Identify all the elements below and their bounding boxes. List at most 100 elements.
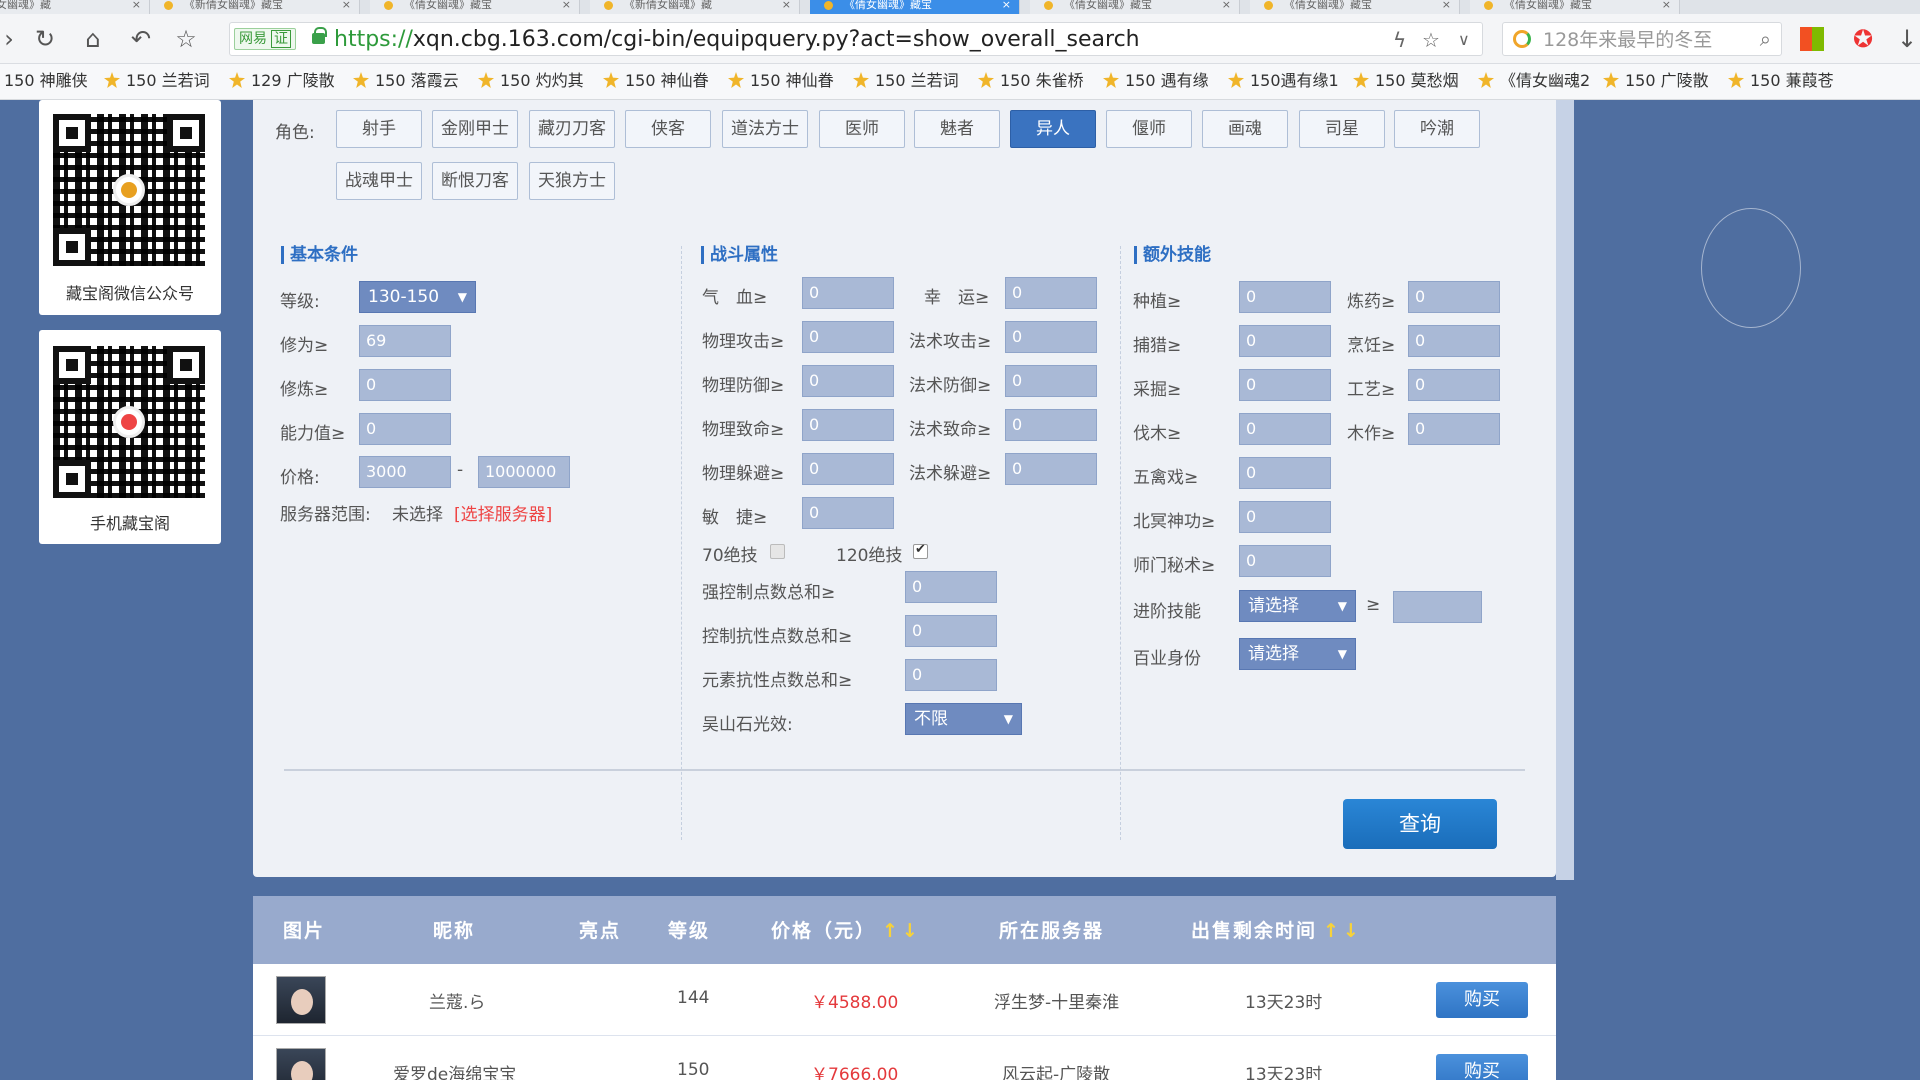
browser-tab[interactable]: 《倩女幽魂》藏宝 × xyxy=(370,0,580,14)
tab-close-icon[interactable]: × xyxy=(1662,0,1671,10)
browser-tab[interactable]: 《新倩女幽魂》藏 × xyxy=(590,0,800,14)
browser-tab[interactable]: 《倩女幽魂》藏宝 × xyxy=(1470,0,1680,14)
site-verified-badge[interactable]: 网易证 xyxy=(234,28,296,50)
ability-input[interactable]: 0 xyxy=(359,413,451,445)
character-avatar[interactable] xyxy=(276,1048,326,1080)
chevron-down-icon[interactable]: ∨ xyxy=(1458,27,1470,53)
url-text[interactable]: https://xqn.cbg.163.com/cgi-bin/equipque… xyxy=(334,27,1140,53)
skill120-checkbox[interactable] xyxy=(913,542,928,559)
choose-server-link[interactable]: [选择服务器] xyxy=(454,500,552,525)
craft-input[interactable]: 0 xyxy=(1408,369,1500,401)
xiuwei-input[interactable]: 69 xyxy=(359,325,451,357)
bookmark-item[interactable]: 150 遇有缘 xyxy=(1103,69,1209,93)
bookmark-item[interactable]: 150 兰若词 xyxy=(104,69,210,93)
sort-arrows-icon[interactable]: ↑↓ xyxy=(882,920,922,942)
tab-close-icon[interactable]: × xyxy=(562,0,571,10)
role-button[interactable]: 金刚甲士 xyxy=(432,110,518,148)
woodwork-input[interactable]: 0 xyxy=(1408,413,1500,445)
cooking-input[interactable]: 0 xyxy=(1408,325,1500,357)
logging-input[interactable]: 0 xyxy=(1239,413,1331,445)
browser-search-input[interactable]: 128年来最早的冬至 ⌕ xyxy=(1502,22,1782,56)
tab-close-icon[interactable]: × xyxy=(782,0,791,10)
browser-tab[interactable]: 《倩女幽魂》藏宝 × xyxy=(1030,0,1240,14)
apps-grid-icon[interactable] xyxy=(1800,27,1824,51)
buy-button[interactable]: 购买 xyxy=(1436,1054,1528,1080)
bookmark-item[interactable]: 150遇有缘1 xyxy=(1228,69,1339,93)
advanced-skill-input[interactable] xyxy=(1393,591,1482,623)
price-min-input[interactable]: 3000 xyxy=(359,456,451,488)
nickname-cell[interactable]: 兰蔻.ら xyxy=(429,988,485,1013)
browser-tab[interactable]: 《倩女幽魂》藏宝 × xyxy=(1250,0,1460,14)
bookmark-item[interactable]: 129 广陵散 xyxy=(229,69,335,93)
shimen-input[interactable]: 0 xyxy=(1239,545,1331,577)
planting-input[interactable]: 0 xyxy=(1239,281,1331,313)
bookmark-item[interactable]: 150 神雕侠 xyxy=(4,69,88,93)
query-button[interactable]: 查询 xyxy=(1343,799,1497,849)
phys-dodge-input[interactable]: 0 xyxy=(802,453,894,485)
tab-close-icon[interactable]: × xyxy=(132,0,141,10)
price-max-input[interactable]: 1000000 xyxy=(478,456,570,488)
nickname-cell[interactable]: 爱罗de海绵宝宝 xyxy=(393,1060,516,1080)
reload-icon[interactable]: ↻ xyxy=(30,24,60,54)
wushan-select[interactable]: 不限 ▼ xyxy=(905,703,1022,735)
beiming-input[interactable]: 0 xyxy=(1239,501,1331,533)
bookmark-item[interactable]: 150 广陵散 xyxy=(1603,69,1709,93)
browser-tab-active[interactable]: 《倩女幽魂》藏宝 × xyxy=(810,0,1020,14)
career-select[interactable]: 请选择 ▼ xyxy=(1239,638,1356,670)
role-button[interactable]: 天狼方士 xyxy=(529,162,615,200)
role-button-selected[interactable]: 异人 xyxy=(1010,110,1096,148)
address-bar[interactable]: 网易证 https://xqn.cbg.163.com/cgi-bin/equi… xyxy=(229,22,1483,56)
agility-input[interactable]: 0 xyxy=(802,497,894,529)
bookmark-item[interactable]: 150 落霞云 xyxy=(353,69,459,93)
role-button[interactable]: 画魂 xyxy=(1202,110,1288,148)
buy-button[interactable]: 购买 xyxy=(1436,982,1528,1018)
bookmark-item[interactable]: 150 神仙眷 xyxy=(603,69,709,93)
bookmark-star-icon[interactable]: ☆ xyxy=(1422,27,1440,53)
phys-defense-input[interactable]: 0 xyxy=(802,365,894,397)
browser-tab[interactable]: 《倩女幽魂》藏× xyxy=(0,0,150,14)
role-button[interactable]: 魅者 xyxy=(914,110,1000,148)
role-button[interactable]: 吟潮 xyxy=(1394,110,1480,148)
strong-control-input[interactable]: 0 xyxy=(905,571,997,603)
alchemy-input[interactable]: 0 xyxy=(1408,281,1500,313)
bookmark-item[interactable]: 150 兰若词 xyxy=(853,69,959,93)
role-button[interactable]: 断恨刀客 xyxy=(432,162,518,200)
role-button[interactable]: 战魂甲士 xyxy=(336,162,422,200)
search-icon[interactable]: ⌕ xyxy=(1760,27,1771,51)
role-button[interactable]: 藏刃刀客 xyxy=(529,110,615,148)
home-icon[interactable]: ⌂ xyxy=(78,24,108,54)
bookmark-item[interactable]: 150 莫愁烟 xyxy=(1353,69,1459,93)
role-button[interactable]: 偃师 xyxy=(1106,110,1192,148)
magic-defense-input[interactable]: 0 xyxy=(1005,365,1097,397)
character-avatar[interactable] xyxy=(276,976,326,1024)
bookmark-item[interactable]: 150 神仙眷 xyxy=(728,69,834,93)
role-button[interactable]: 道法方士 xyxy=(722,110,808,148)
magic-crit-input[interactable]: 0 xyxy=(1005,409,1097,441)
tab-close-icon[interactable]: × xyxy=(1442,0,1451,10)
xiulian-input[interactable]: 0 xyxy=(359,369,451,401)
tab-close-icon[interactable]: × xyxy=(1002,0,1011,10)
favorite-star-icon[interactable]: ☆ xyxy=(171,24,201,54)
bookmark-item[interactable]: 《倩女幽魂2 xyxy=(1478,69,1590,93)
undo-icon[interactable]: ↶ xyxy=(126,24,156,54)
magic-dodge-input[interactable]: 0 xyxy=(1005,453,1097,485)
forward-icon[interactable]: › xyxy=(0,24,24,54)
role-button[interactable]: 射手 xyxy=(336,110,422,148)
bookmark-item[interactable]: 150 蒹葭苍 xyxy=(1728,69,1834,93)
tab-close-icon[interactable]: × xyxy=(342,0,351,10)
download-icon[interactable]: ↓ xyxy=(1892,24,1920,54)
role-button[interactable]: 侠客 xyxy=(625,110,711,148)
hunting-input[interactable]: 0 xyxy=(1239,325,1331,357)
col-header-price[interactable]: 价格（元） ↑↓ xyxy=(771,916,922,943)
phys-crit-input[interactable]: 0 xyxy=(802,409,894,441)
control-resist-input[interactable]: 0 xyxy=(905,615,997,647)
tab-close-icon[interactable]: × xyxy=(1222,0,1231,10)
bookmark-item[interactable]: 150 朱雀桥 xyxy=(978,69,1084,93)
role-button[interactable]: 司星 xyxy=(1299,110,1385,148)
lightning-icon[interactable]: ϟ xyxy=(1393,27,1406,53)
advanced-skill-select[interactable]: 请选择 ▼ xyxy=(1239,590,1356,622)
role-button[interactable]: 医师 xyxy=(819,110,905,148)
col-header-time-left[interactable]: 出售剩余时间 ↑↓ xyxy=(1191,916,1363,943)
sort-arrows-icon[interactable]: ↑↓ xyxy=(1323,920,1363,942)
game-controller-icon[interactable]: ✪ xyxy=(1848,24,1878,54)
